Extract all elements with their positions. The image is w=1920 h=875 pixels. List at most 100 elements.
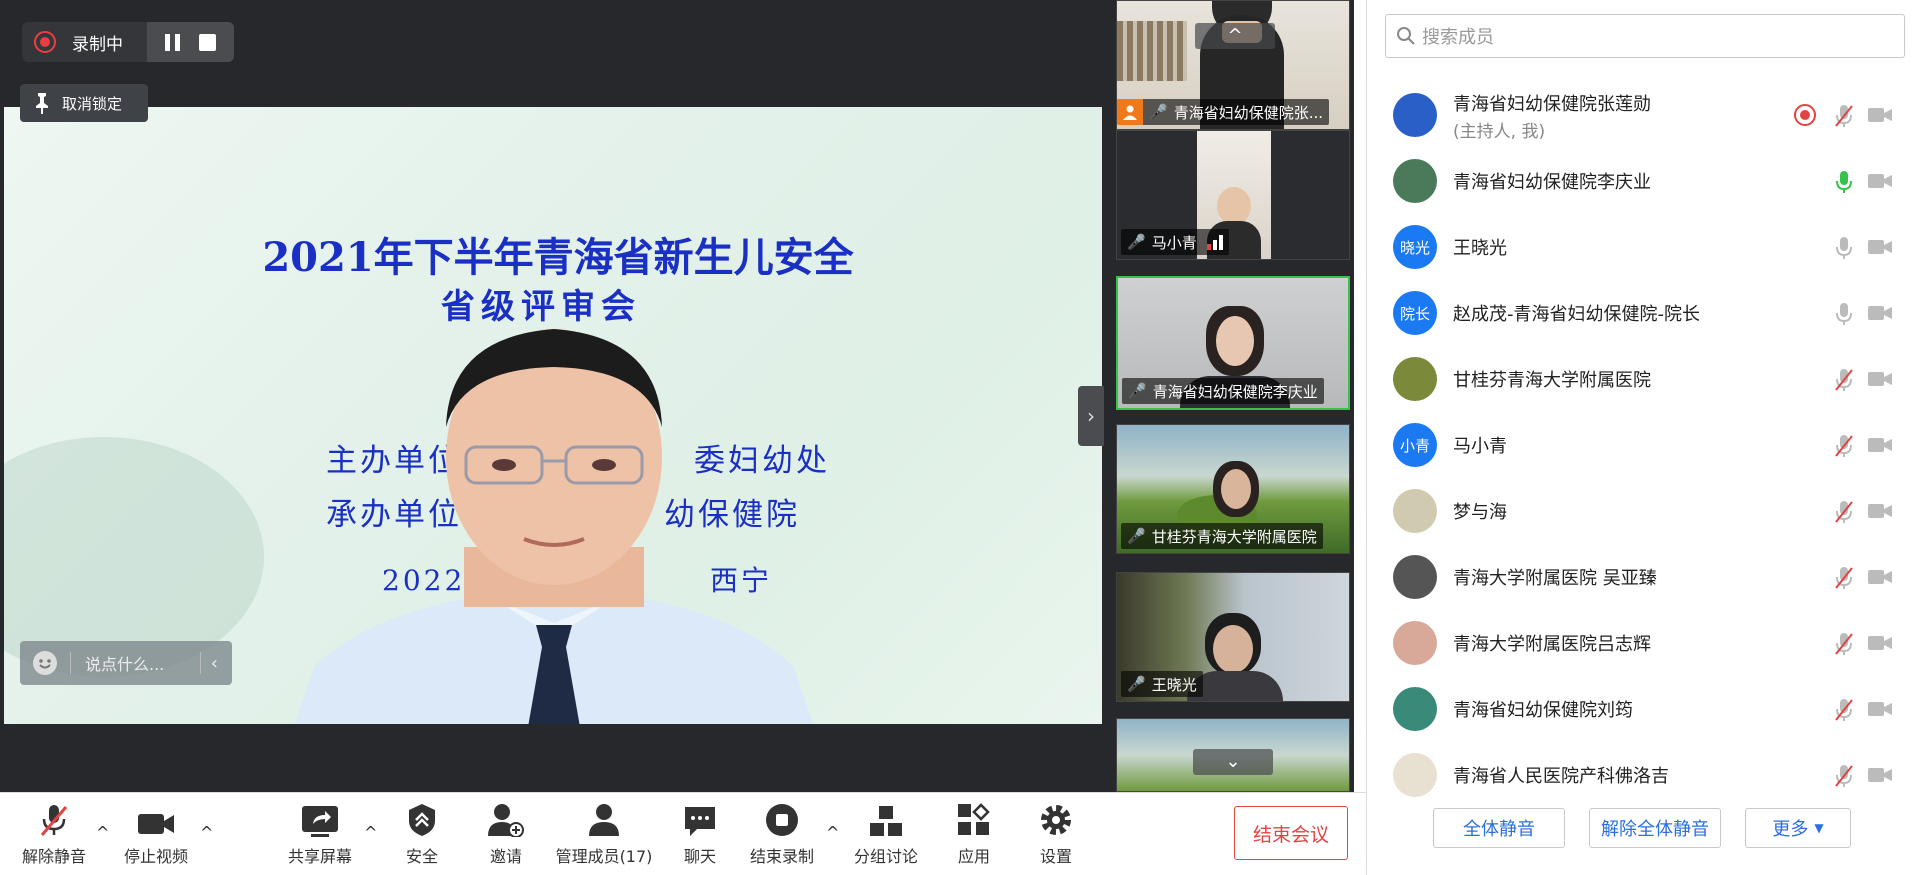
mic-muted-icon — [40, 804, 68, 836]
video-thumbnail[interactable]: 🎤 王晓光 — [1116, 572, 1350, 702]
camera-off-icon[interactable] — [1867, 172, 1893, 194]
member-name: 赵成茂-青海省妇幼保健院-院长 — [1453, 304, 1700, 325]
video-thumbnail[interactable]: ⌄ — [1116, 718, 1350, 792]
member-row[interactable]: 青海大学附属医院 吴亚臻 — [1367, 544, 1907, 610]
mic-muted-icon[interactable] — [1834, 698, 1854, 726]
chevron-up-icon[interactable]: ^ — [826, 823, 839, 842]
breakout-rooms-button[interactable]: 分组讨论 — [850, 793, 922, 875]
settings-button[interactable]: 设置 — [1028, 793, 1084, 875]
mic-muted-icon[interactable] — [1834, 368, 1854, 396]
scroll-up-button[interactable]: ^ — [1195, 23, 1275, 49]
recording-dot-icon — [1794, 104, 1816, 126]
member-row[interactable]: 青海省妇幼保健院刘筠 — [1367, 676, 1907, 742]
member-name: 马小青 — [1453, 436, 1507, 457]
thumbnail-name: 甘桂芬青海大学附属医院 — [1151, 527, 1317, 546]
chat-input-placeholder[interactable]: 说点什么... — [85, 651, 200, 675]
breakout-label: 分组讨论 — [853, 846, 918, 866]
member-row[interactable]: 晓光 王晓光 — [1367, 214, 1907, 280]
end-meeting-button[interactable]: 结束会议 — [1234, 806, 1348, 860]
scroll-down-button[interactable]: ⌄ — [1193, 749, 1273, 775]
video-thumbnail-active[interactable]: 🎤 青海省妇幼保健院李庆业 — [1116, 276, 1350, 410]
video-thumbnail[interactable]: 🎤 甘桂芬青海大学附属医院 — [1116, 424, 1350, 554]
members-panel: 搜索成员 青海省妇幼保健院张莲勋 (主持人, 我) 青海省妇幼保健院李庆业 晓光 王晓光… — [1366, 0, 1920, 875]
camera-off-icon[interactable] — [1867, 634, 1893, 656]
video-camera-icon — [138, 813, 174, 834]
quick-chat-box[interactable]: 说点什么... ‹ — [20, 641, 232, 685]
camera-off-icon[interactable] — [1867, 370, 1893, 392]
avatar — [1393, 753, 1437, 797]
unlock-pin-button[interactable]: 取消锁定 — [20, 84, 148, 122]
member-row[interactable]: 小青 马小青 — [1367, 412, 1907, 478]
member-row[interactable]: 甘桂芬青海大学附属医院 — [1367, 346, 1907, 412]
invite-button[interactable]: 邀请 — [478, 793, 534, 875]
chevron-left-icon[interactable]: ‹ — [211, 653, 218, 674]
camera-off-icon[interactable] — [1867, 304, 1893, 326]
add-user-icon — [488, 803, 524, 837]
member-name: 青海大学附属医院 吴亚臻 — [1453, 568, 1657, 589]
mic-icon[interactable] — [1834, 236, 1854, 264]
more-button[interactable]: 更多 ▼ — [1745, 808, 1851, 848]
unmute-button[interactable]: 解除静音 — [14, 793, 94, 875]
apps-button[interactable]: 应用 — [946, 793, 1002, 875]
thumbnail-name: 王晓光 — [1151, 675, 1197, 694]
avatar — [1393, 621, 1437, 665]
mic-muted-icon: 🎤 — [1149, 103, 1168, 121]
member-row[interactable]: 青海省人民医院产科佛洛吉 — [1367, 742, 1907, 808]
camera-off-icon[interactable] — [1867, 700, 1893, 722]
member-name: 青海省人民医院产科佛洛吉 — [1453, 766, 1669, 787]
camera-off-icon[interactable] — [1867, 502, 1893, 524]
mic-muted-icon[interactable] — [1834, 764, 1854, 792]
chevron-up-icon[interactable]: ^ — [96, 823, 109, 842]
chevron-up-icon[interactable]: ^ — [364, 823, 377, 842]
member-row[interactable]: 梦与海 — [1367, 478, 1907, 544]
unmute-all-button[interactable]: 解除全体静音 — [1589, 808, 1721, 848]
share-screen-icon — [302, 805, 338, 837]
mic-muted-icon[interactable] — [1834, 104, 1854, 132]
mic-muted-icon: 🎤 — [1127, 527, 1146, 545]
video-thumbnail[interactable]: 🎤 马小青 — [1116, 130, 1350, 260]
member-row[interactable]: 青海省妇幼保健院张莲勋 (主持人, 我) — [1367, 82, 1907, 148]
mic-muted-icon[interactable] — [1834, 566, 1854, 594]
thumbnail-name: 青海省妇幼保健院李庆业 — [1152, 382, 1318, 401]
member-name: 青海省妇幼保健院刘筠 — [1453, 700, 1633, 721]
member-row[interactable]: 青海省妇幼保健院李庆业 — [1367, 148, 1907, 214]
end-recording-button[interactable]: 结束录制 — [744, 793, 820, 875]
camera-off-icon[interactable] — [1867, 568, 1893, 590]
security-label: 安全 — [405, 846, 438, 866]
mic-muted-icon[interactable] — [1834, 434, 1854, 462]
pin-icon — [36, 93, 48, 114]
chat-label: 聊天 — [683, 846, 716, 866]
mic-muted-icon[interactable] — [1834, 500, 1854, 528]
mic-active-icon: 🎤 — [1128, 382, 1147, 400]
mic-muted-icon[interactable] — [1834, 632, 1854, 660]
camera-off-icon[interactable] — [1867, 106, 1893, 128]
avatar — [1393, 489, 1437, 533]
video-thumbnail[interactable]: ^ 🎤 青海省妇幼保健院张... — [1116, 0, 1350, 130]
emoji-icon[interactable] — [32, 650, 58, 676]
speaker-video — [295, 329, 813, 724]
collapse-panel-button[interactable]: › — [1078, 386, 1104, 446]
chevron-right-icon: › — [1087, 404, 1095, 428]
invite-label: 邀请 — [489, 846, 522, 866]
camera-off-icon[interactable] — [1867, 436, 1893, 458]
chevron-up-icon[interactable]: ^ — [200, 823, 213, 842]
member-row[interactable]: 院长 赵成茂-青海省妇幼保健院-院长 — [1367, 280, 1907, 346]
camera-off-icon[interactable] — [1867, 766, 1893, 788]
members-icon — [589, 803, 619, 836]
mic-icon[interactable] — [1834, 302, 1854, 330]
share-screen-button[interactable]: 共享屏幕 — [282, 793, 358, 875]
member-row[interactable]: 青海大学附属医院吕志辉 — [1367, 610, 1907, 676]
unlock-label: 取消锁定 — [62, 94, 123, 113]
mic-icon[interactable] — [1834, 170, 1854, 198]
camera-off-icon[interactable] — [1867, 238, 1893, 260]
video-thumbnail-strip: ^ 🎤 青海省妇幼保健院张... 🎤 马小青 🎤 青海省妇幼保健院李庆业 🎤 甘… — [1116, 0, 1354, 792]
chat-button[interactable]: 聊天 — [672, 793, 728, 875]
stop-recording-button[interactable] — [199, 33, 217, 51]
manage-members-button[interactable]: 管理成员(17) — [552, 793, 656, 875]
member-search-input[interactable]: 搜索成员 — [1385, 14, 1905, 58]
pause-recording-button[interactable] — [164, 33, 180, 51]
security-button[interactable]: 安全 — [394, 793, 450, 875]
mute-all-button[interactable]: 全体静音 — [1433, 808, 1565, 848]
stop-video-button[interactable]: 停止视频 — [116, 793, 196, 875]
recording-indicator: 录制中 — [22, 22, 234, 62]
